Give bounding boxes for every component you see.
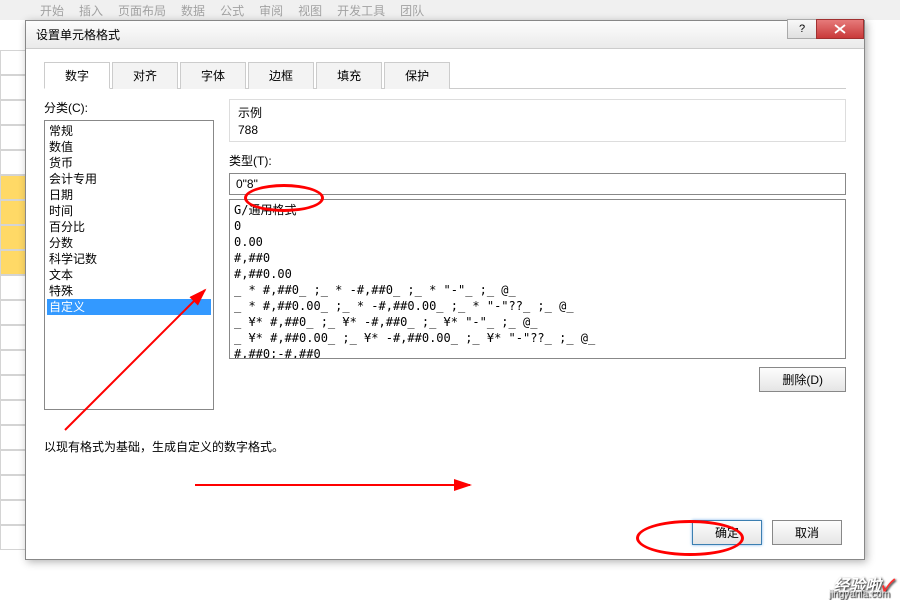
category-item-accounting[interactable]: 会计专用 bbox=[47, 171, 211, 187]
delete-button[interactable]: 删除(D) bbox=[759, 367, 846, 392]
format-item[interactable]: _ ¥* #,##0.00_ ;_ ¥* -#,##0.00_ ;_ ¥* "-… bbox=[234, 330, 841, 346]
category-item-percentage[interactable]: 百分比 bbox=[47, 219, 211, 235]
ribbon-tab[interactable]: 开始 bbox=[40, 2, 64, 19]
type-input[interactable] bbox=[229, 173, 846, 195]
format-item[interactable]: 0.00 bbox=[234, 234, 841, 250]
category-item-general[interactable]: 常规 bbox=[47, 123, 211, 139]
sample-value: 788 bbox=[238, 123, 837, 137]
tab-border[interactable]: 边框 bbox=[248, 62, 314, 89]
tab-alignment[interactable]: 对齐 bbox=[112, 62, 178, 89]
dialog-tabs: 数字 对齐 字体 边框 填充 保护 bbox=[44, 61, 846, 89]
ribbon-tab[interactable]: 数据 bbox=[181, 2, 205, 19]
ribbon-tab[interactable]: 插入 bbox=[79, 2, 103, 19]
ok-button[interactable]: 确定 bbox=[692, 520, 762, 545]
format-item[interactable]: #,##0;-#,##0 bbox=[234, 346, 841, 359]
category-item-number[interactable]: 数值 bbox=[47, 139, 211, 155]
format-item[interactable]: 0 bbox=[234, 218, 841, 234]
close-button[interactable] bbox=[816, 19, 864, 39]
tab-fill[interactable]: 填充 bbox=[316, 62, 382, 89]
ribbon-tab[interactable]: 团队 bbox=[400, 2, 424, 19]
tab-number[interactable]: 数字 bbox=[44, 62, 110, 89]
ribbon-tab[interactable]: 开发工具 bbox=[337, 2, 385, 19]
tab-protection[interactable]: 保护 bbox=[384, 62, 450, 89]
format-item[interactable]: _ * #,##0_ ;_ * -#,##0_ ;_ * "-"_ ;_ @_ bbox=[234, 282, 841, 298]
type-label: 类型(T): bbox=[229, 152, 846, 169]
format-cells-dialog: 设置单元格格式 ? 数字 对齐 字体 边框 填充 保护 分类(C): 常规 数值… bbox=[25, 20, 865, 560]
sample-label: 示例 bbox=[238, 104, 837, 121]
category-item-time[interactable]: 时间 bbox=[47, 203, 211, 219]
tab-font[interactable]: 字体 bbox=[180, 62, 246, 89]
format-item[interactable]: _ ¥* #,##0_ ;_ ¥* -#,##0_ ;_ ¥* "-"_ ;_ … bbox=[234, 314, 841, 330]
category-item-date[interactable]: 日期 bbox=[47, 187, 211, 203]
format-item[interactable]: _ * #,##0.00_ ;_ * -#,##0.00_ ;_ * "-"??… bbox=[234, 298, 841, 314]
category-item-currency[interactable]: 货币 bbox=[47, 155, 211, 171]
format-listbox[interactable]: G/通用格式 0 0.00 #,##0 #,##0.00 _ * #,##0_ … bbox=[229, 199, 846, 359]
dialog-title: 设置单元格格式 bbox=[36, 26, 120, 43]
category-label: 分类(C): bbox=[44, 99, 214, 116]
category-item-custom[interactable]: 自定义 bbox=[47, 299, 211, 315]
ribbon-tab[interactable]: 公式 bbox=[220, 2, 244, 19]
cancel-button[interactable]: 取消 bbox=[772, 520, 842, 545]
ribbon-tabs: 开始 插入 页面布局 数据 公式 审阅 视图 开发工具 团队 bbox=[0, 0, 900, 20]
category-listbox[interactable]: 常规 数值 货币 会计专用 日期 时间 百分比 分数 科学记数 文本 特殊 自定… bbox=[44, 120, 214, 410]
format-item[interactable]: G/通用格式 bbox=[234, 202, 841, 218]
format-item[interactable]: #,##0.00 bbox=[234, 266, 841, 282]
hint-text: 以现有格式为基础，生成自定义的数字格式。 bbox=[44, 438, 846, 455]
ribbon-tab[interactable]: 视图 bbox=[298, 2, 322, 19]
category-item-special[interactable]: 特殊 bbox=[47, 283, 211, 299]
sample-box: 示例 788 bbox=[229, 99, 846, 142]
ribbon-tab[interactable]: 审阅 bbox=[259, 2, 283, 19]
help-button[interactable]: ? bbox=[787, 19, 817, 39]
watermark-url: jingyanla.com bbox=[829, 589, 890, 600]
category-item-text[interactable]: 文本 bbox=[47, 267, 211, 283]
category-item-fraction[interactable]: 分数 bbox=[47, 235, 211, 251]
format-item[interactable]: #,##0 bbox=[234, 250, 841, 266]
ribbon-tab[interactable]: 页面布局 bbox=[118, 2, 166, 19]
category-item-scientific[interactable]: 科学记数 bbox=[47, 251, 211, 267]
dialog-titlebar: 设置单元格格式 ? bbox=[26, 21, 864, 49]
